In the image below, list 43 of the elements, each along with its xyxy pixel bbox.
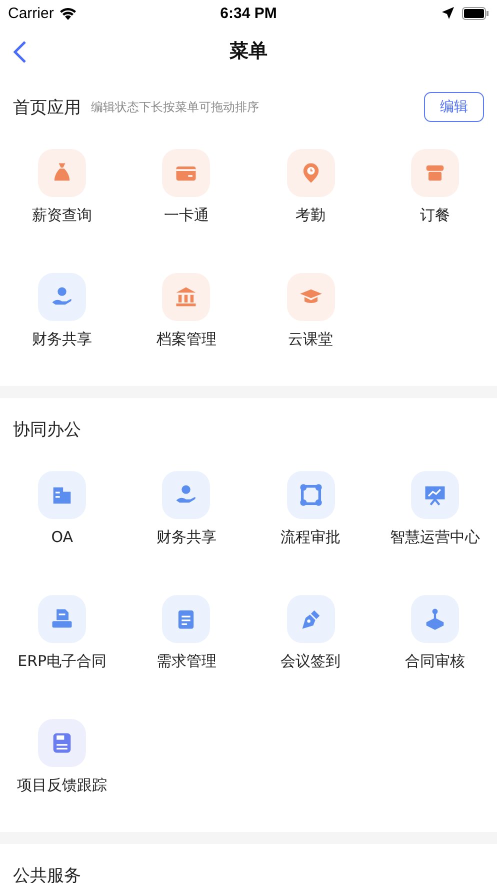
app-label: 需求管理: [156, 652, 216, 671]
graduation-cap-icon[interactable]: [286, 273, 335, 321]
hand-coin-icon[interactable]: [162, 471, 210, 519]
app-label: 一卡通: [164, 206, 209, 225]
card-icon[interactable]: [162, 149, 210, 197]
app-label: 合同审核: [404, 652, 465, 671]
joystick-icon[interactable]: [410, 595, 459, 643]
edit-button[interactable]: 编辑: [424, 92, 484, 122]
building-icon[interactable]: [38, 471, 86, 519]
app-label: 档案管理: [156, 330, 216, 349]
chart-board-icon[interactable]: [410, 471, 459, 519]
app-label: ERP电子合同: [18, 652, 107, 671]
page-title: 菜单: [230, 39, 268, 64]
printer-icon[interactable]: [38, 595, 86, 643]
app-label: 财务共享: [32, 330, 92, 349]
section-title: 协同办公: [13, 418, 81, 440]
app-label: 订餐: [420, 206, 450, 225]
section-title: 首页应用: [13, 96, 81, 118]
battery-icon: [462, 6, 489, 20]
wifi-icon: [58, 6, 77, 20]
pen-nib-icon[interactable]: [286, 595, 335, 643]
app-label: 考勤: [296, 206, 326, 225]
location-arrow-icon: [442, 7, 454, 19]
app-label: 财务共享: [156, 528, 216, 547]
app-label: OA: [51, 528, 74, 546]
app-label: 项目反馈跟踪: [17, 776, 108, 795]
hand-coin-icon[interactable]: [38, 273, 86, 321]
app-label: 云课堂: [288, 330, 334, 349]
carrier-label: Carrier: [8, 4, 54, 22]
clock-pin-icon[interactable]: [286, 149, 335, 197]
app-label: 薪资查询: [32, 206, 92, 225]
app-label: 智慧运营中心: [390, 528, 480, 547]
document-icon[interactable]: [38, 719, 86, 767]
bank-icon[interactable]: [162, 273, 210, 321]
nodes-icon[interactable]: [286, 471, 335, 519]
section-hint: 编辑状态下长按菜单可拖动排序: [91, 98, 259, 116]
app-label: 会议签到: [280, 652, 341, 671]
status-time: 6:34 PM: [220, 4, 277, 22]
notepad-icon[interactable]: [162, 595, 210, 643]
section-title: 公共服务: [13, 864, 81, 883]
money-bag-icon[interactable]: [38, 149, 86, 197]
app-label: 流程审批: [280, 528, 341, 547]
store-icon[interactable]: [410, 149, 459, 197]
